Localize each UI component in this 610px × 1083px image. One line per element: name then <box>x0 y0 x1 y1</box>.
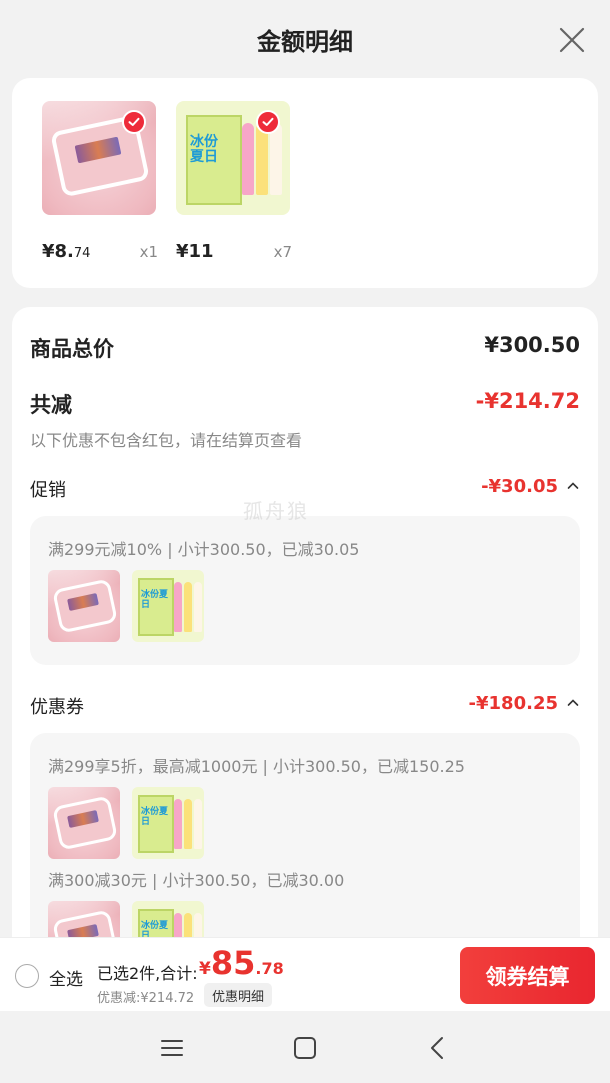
product-price-row: ¥11 x7 <box>176 241 292 265</box>
total-reduce-label: 共减 <box>30 393 72 417</box>
popsicle-graphic <box>184 582 192 632</box>
products-card: ¥8.74 x1 冰份夏日 ¥11 x7 <box>12 78 598 288</box>
total-price-value: ¥300.50 <box>484 333 580 357</box>
menu-icon[interactable] <box>159 1035 185 1061</box>
promo-label: 促销 <box>30 480 66 501</box>
total-reduce-value: -¥214.72 <box>475 389 580 413</box>
sheet-title: 金额明细 <box>257 27 353 56</box>
watermark: 孤舟狼 <box>243 499 309 523</box>
product-item[interactable]: ¥8.74 x1 <box>42 101 158 262</box>
popsicle-graphic <box>174 582 182 632</box>
discount-detail-button[interactable]: 优惠明细 <box>204 983 273 1007</box>
coupon-row[interactable]: 优惠券 -¥180.25 <box>30 693 580 719</box>
coupon-value: -¥180.25 <box>468 693 558 714</box>
product-price: ¥11 <box>176 241 214 262</box>
product-thumbnail <box>48 570 120 642</box>
product-image[interactable] <box>42 101 156 215</box>
selected-check-icon[interactable] <box>122 110 146 134</box>
chevron-up-icon[interactable] <box>566 479 580 493</box>
total-price-row: 商品总价 ¥300.50 <box>30 333 580 363</box>
selected-count-text: 已选2件,合计: <box>97 964 198 983</box>
popsicle-graphic <box>184 799 192 849</box>
product-price: ¥8.74 <box>42 241 91 262</box>
select-all-label[interactable]: 全选 <box>49 965 83 990</box>
coupon-label: 优惠券 <box>30 697 84 718</box>
product-thumbnail: 冰份夏日 <box>132 570 204 642</box>
checkout-button[interactable]: 领券结算 <box>460 947 595 1004</box>
box-label: 冰份夏日 <box>141 807 169 827</box>
total-amount: ¥85.78 <box>199 944 284 982</box>
checkout-bar: 全选 已选2件,合计: ¥85.78 优惠减:¥214.72 优惠明细 领券结算 <box>0 937 610 1011</box>
chevron-up-icon[interactable] <box>566 696 580 710</box>
back-icon[interactable] <box>425 1035 451 1061</box>
popsicle-graphic <box>194 799 202 849</box>
promo-detail-box: 满299元减10% | 小计300.50，已减30.05 冰份夏日 <box>30 516 580 665</box>
reduce-note: 以下优惠不包含红包，请在结算页查看 <box>30 431 303 450</box>
popsicle-graphic <box>194 582 202 632</box>
total-price-label: 商品总价 <box>30 337 114 361</box>
product-thumbnail: 冰份夏日 <box>132 787 204 859</box>
selected-check-icon[interactable] <box>256 110 280 134</box>
home-icon[interactable] <box>292 1035 318 1061</box>
product-thumbnail <box>48 787 120 859</box>
discount-amount: 优惠减:¥214.72 <box>97 991 195 1006</box>
popsicle-graphic <box>270 123 282 195</box>
system-nav-bar <box>0 1011 610 1083</box>
promo-rule: 满299元减10% | 小计300.50，已减30.05 <box>48 540 360 559</box>
sheet-header: 金额明细 <box>0 0 610 78</box>
select-all-radio[interactable] <box>15 964 39 988</box>
total-reduce-row: 共减 -¥214.72 <box>30 389 580 419</box>
amount-detail-sheet: 金额明细 ¥8.74 x1 冰份夏日 ¥11 x7 商品总价 ¥300.50 共… <box>0 0 610 1083</box>
promo-value: -¥30.05 <box>481 476 558 497</box>
popsicle-graphic <box>174 799 182 849</box>
coupon-rule: 满300减30元 | 小计300.50，已减30.00 <box>48 871 345 890</box>
box-label: 冰份夏日 <box>141 590 169 610</box>
coupon-rule: 满299享5折，最高减1000元 | 小计300.50，已减150.25 <box>48 757 465 776</box>
product-item[interactable]: 冰份夏日 ¥11 x7 <box>176 101 292 262</box>
product-image[interactable]: 冰份夏日 <box>176 101 290 215</box>
box-label: 冰份夏日 <box>190 134 218 165</box>
close-icon[interactable] <box>558 26 586 54</box>
product-price-row: ¥8.74 x1 <box>42 241 158 265</box>
popsicle-graphic <box>242 123 254 195</box>
product-qty: x7 <box>273 243 292 261</box>
product-qty: x1 <box>139 243 158 261</box>
